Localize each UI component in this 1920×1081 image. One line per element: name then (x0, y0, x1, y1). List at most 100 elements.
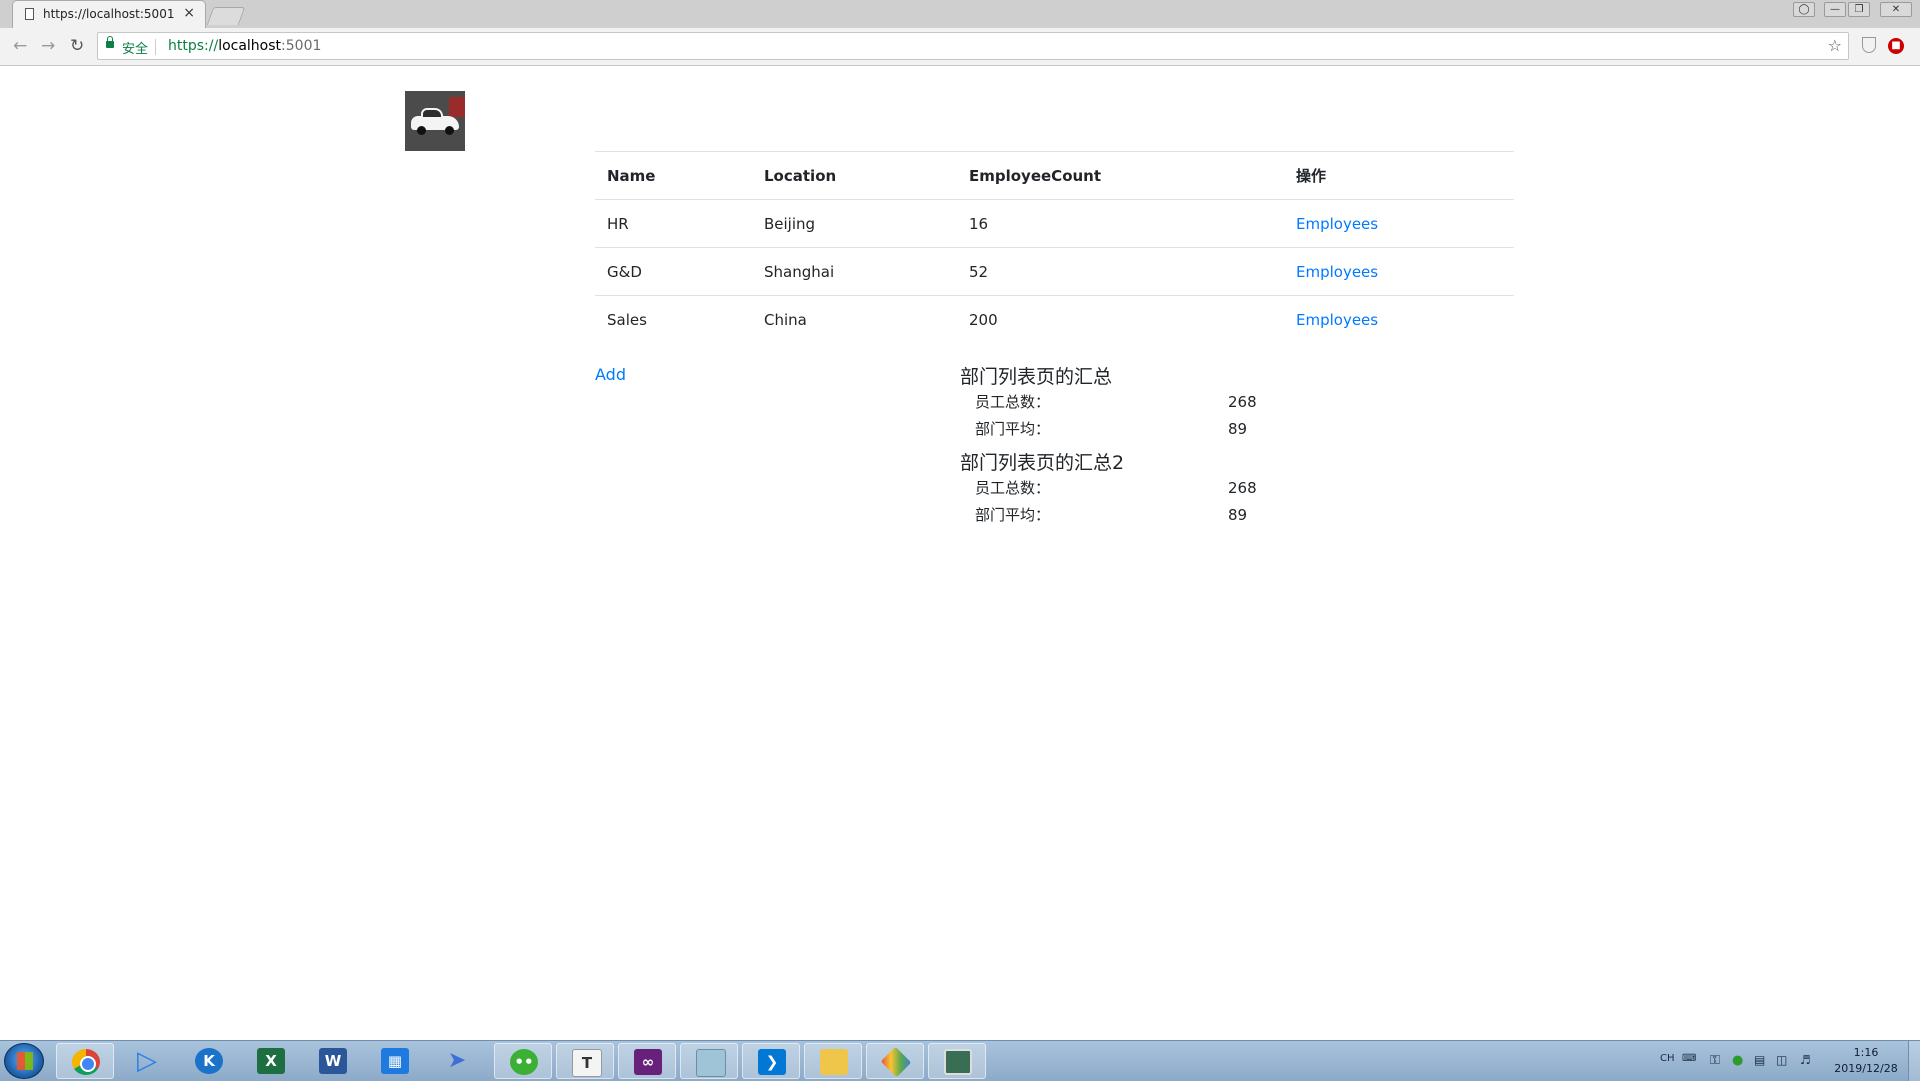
network-icon[interactable]: ◫ (1776, 1053, 1787, 1067)
k-app-icon: K (195, 1048, 223, 1074)
wechat-tray-icon[interactable]: ● (1732, 1053, 1743, 1068)
adblock-extension-icon[interactable]: ■ (1888, 38, 1904, 54)
table-header-row: Name Location EmployeeCount 操作 (595, 151, 1514, 200)
department-average-value: 89 (1228, 506, 1248, 524)
start-button[interactable] (4, 1043, 44, 1079)
column-header-name: Name (595, 151, 752, 200)
media-player-icon: ▷ (137, 1046, 157, 1076)
employees-link[interactable]: Employees (1296, 263, 1378, 281)
tiles-app-icon: ▦ (381, 1048, 409, 1074)
taskbar-chrome[interactable] (56, 1043, 114, 1079)
show-desktop-button[interactable] (1908, 1041, 1920, 1081)
taskbar-folder[interactable] (804, 1043, 862, 1079)
department-employee-count: 200 (957, 295, 1284, 344)
table-row: G&D Shanghai 52 Employees (595, 247, 1514, 296)
summary-panel-1: 部门列表页的汇总 员工总数： 268 部门平均： 89 (960, 362, 1257, 443)
total-employees-label: 员工总数： (975, 479, 1051, 497)
restore-button[interactable]: ❐ (1848, 2, 1870, 17)
department-employee-count: 52 (957, 247, 1284, 296)
browser-toolbar: ← → ↻ 安全 https://localhost:5001 ☆ (0, 28, 1920, 66)
department-location: Beijing (752, 199, 957, 248)
summary-total-row: 员工总数： 268 (960, 475, 1257, 502)
shield-tray-icon[interactable]: ⚿ (1710, 1053, 1720, 1068)
feather-app-icon: ➤ (447, 1048, 467, 1073)
taskbar-terminal-window[interactable] (928, 1043, 986, 1079)
close-tab-icon[interactable]: × (183, 5, 195, 21)
summary-average-row: 部门平均： 89 (960, 416, 1247, 443)
taskbar: ▷ K X W ▦ ➤ •• T ∞ ❯ CH ⌨ ⚿ ● ▤ ◫ ♬ 1:16… (0, 1040, 1920, 1081)
language-indicator[interactable]: CH (1660, 1053, 1675, 1064)
total-employees-value: 268 (1228, 479, 1257, 497)
taskbar-vscode[interactable]: ❯ (742, 1043, 800, 1079)
minimize-button[interactable]: — (1824, 2, 1846, 17)
column-header-employee-count: EmployeeCount (957, 151, 1284, 200)
taskbar-excel[interactable]: X (242, 1043, 300, 1079)
taskbar-media-player[interactable]: ▷ (118, 1043, 176, 1079)
department-name: Sales (595, 295, 752, 344)
browser-tab[interactable]: https://localhost:5001 × (12, 0, 206, 28)
add-department-link[interactable]: Add (595, 365, 626, 384)
tab-title: https://localhost:5001 (43, 7, 175, 21)
address-divider (155, 39, 156, 55)
url-port: :5001 (281, 38, 322, 54)
browser-tab-bar: https://localhost:5001 × ◯ — ❐ ✕ (0, 0, 1920, 28)
department-employee-count: 16 (957, 199, 1284, 248)
bookmark-star-icon[interactable]: ☆ (1828, 36, 1842, 55)
git-icon (880, 1046, 912, 1078)
employees-link[interactable]: Employees (1296, 215, 1378, 233)
volume-icon[interactable]: ♬ (1800, 1053, 1811, 1067)
total-employees-value: 268 (1228, 393, 1257, 411)
wechat-icon: •• (510, 1049, 538, 1075)
department-average-label: 部门平均： (975, 506, 1051, 524)
departments-table: Name Location EmployeeCount 操作 HR Beijin… (595, 151, 1514, 344)
taskbar-word[interactable]: W (304, 1043, 362, 1079)
clock-time: 1:16 (1853, 1046, 1879, 1059)
text-editor-icon: T (572, 1049, 602, 1077)
reload-icon[interactable]: ↻ (70, 36, 84, 56)
taskbar-tiles-app[interactable]: ▦ (366, 1043, 424, 1079)
table-row: Sales China 200 Employees (595, 295, 1514, 344)
table-row: HR Beijing 16 Employees (595, 199, 1514, 248)
keyboard-icon[interactable]: ⌨ (1682, 1053, 1696, 1064)
taskbar-visual-studio[interactable]: ∞ (618, 1043, 676, 1079)
device-tray-icon[interactable]: ▤ (1754, 1053, 1765, 1067)
employees-link[interactable]: Employees (1296, 311, 1378, 329)
summary-total-row: 员工总数： 268 (960, 389, 1257, 416)
back-arrow-icon[interactable]: ← (13, 36, 27, 56)
user-profile-icon[interactable]: ◯ (1793, 2, 1815, 17)
clock-date: 2019/12/28 (1834, 1062, 1898, 1075)
taskbar-wechat[interactable]: •• (494, 1043, 552, 1079)
department-location: Shanghai (752, 247, 957, 296)
summary-title: 部门列表页的汇总2 (960, 452, 1125, 474)
department-location: China (752, 295, 957, 344)
department-average-value: 89 (1228, 420, 1248, 438)
taskbar-notepad[interactable] (680, 1043, 738, 1079)
shield-extension-icon[interactable] (1862, 37, 1876, 53)
terminal-window-icon (944, 1049, 972, 1075)
taskbar-k-app[interactable]: K (180, 1043, 238, 1079)
url-text[interactable]: https://localhost:5001 (168, 38, 321, 54)
summary-average-row: 部门平均： 89 (960, 502, 1247, 529)
column-header-actions: 操作 (1284, 151, 1514, 200)
taskbar-git[interactable] (866, 1043, 924, 1079)
car-logo-image (405, 91, 465, 151)
department-average-label: 部门平均： (975, 420, 1051, 438)
column-header-location: Location (752, 151, 957, 200)
system-clock[interactable]: 1:16 2019/12/28 (1830, 1045, 1902, 1077)
url-scheme: https:// (168, 38, 219, 54)
folder-icon (820, 1049, 848, 1075)
total-employees-label: 员工总数： (975, 393, 1051, 411)
notepad-icon (696, 1049, 726, 1077)
forward-arrow-icon[interactable]: → (41, 36, 55, 56)
new-tab-button[interactable] (206, 7, 246, 25)
close-window-button[interactable]: ✕ (1880, 2, 1912, 17)
url-host: localhost (218, 38, 282, 54)
department-name: HR (595, 199, 752, 248)
summary-title: 部门列表页的汇总 (960, 366, 1113, 388)
summary-panel-2: 部门列表页的汇总2 员工总数： 268 部门平均： 89 (960, 448, 1257, 529)
taskbar-feather-app[interactable]: ➤ (428, 1043, 486, 1079)
visual-studio-icon: ∞ (634, 1049, 662, 1075)
word-icon: W (319, 1048, 347, 1074)
address-bar[interactable]: 安全 https://localhost:5001 ☆ (97, 32, 1849, 60)
taskbar-text-editor[interactable]: T (556, 1043, 614, 1079)
